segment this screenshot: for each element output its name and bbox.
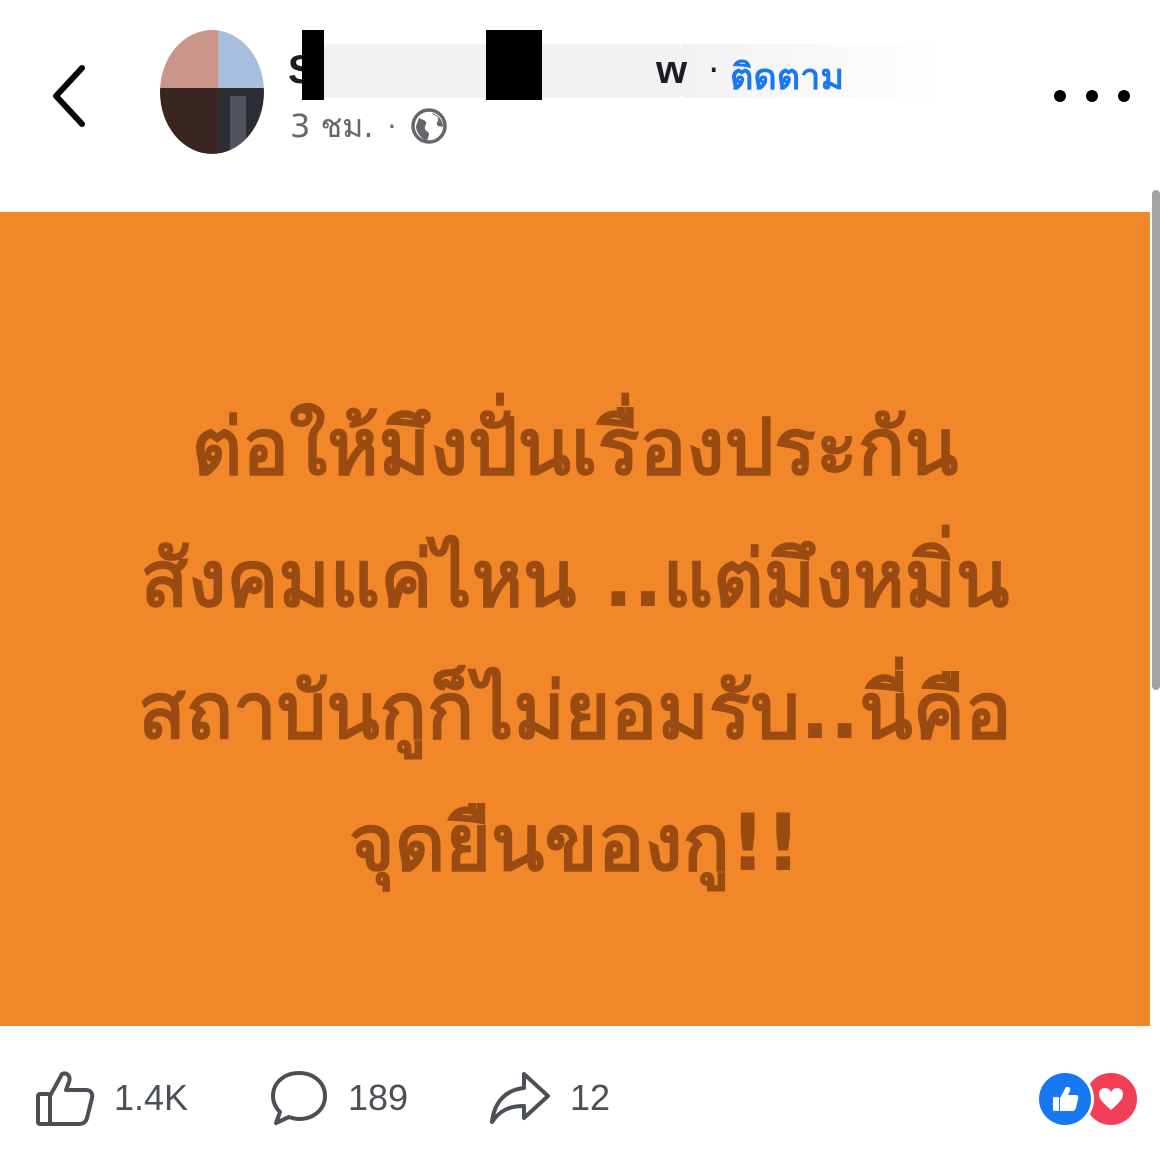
- back-button[interactable]: [40, 58, 100, 134]
- post-text-line: จุดยืนของกู!!: [348, 799, 801, 889]
- more-options-button[interactable]: [1054, 76, 1130, 116]
- name-redaction-bar: [486, 30, 542, 100]
- like-button[interactable]: 1.4K: [34, 1066, 188, 1130]
- globe-icon: [410, 107, 448, 145]
- reactions-summary[interactable]: [1036, 1070, 1140, 1128]
- scrollbar[interactable]: [1152, 190, 1160, 690]
- thumbs-up-icon: [36, 1071, 95, 1126]
- post-text-line: ต่อให้มึงปั่นเรื่องประกัน: [191, 403, 959, 493]
- comment-button[interactable]: 189: [268, 1066, 408, 1130]
- like-reaction-icon: [1036, 1070, 1094, 1128]
- post-meta: 3 ชม. ·: [290, 104, 448, 148]
- meta-separator: ·: [387, 109, 397, 143]
- follow-button[interactable]: ติดตาม: [730, 48, 844, 105]
- post-header: Sa w · ติดตาม 3 ชม. ·: [0, 0, 1170, 212]
- chevron-left-icon: [53, 65, 85, 127]
- comment-count: 189: [348, 1077, 409, 1118]
- comment-icon: [271, 1071, 327, 1125]
- post-detail-screen: Sa w · ติดตาม 3 ชม. ·: [0, 0, 1170, 1167]
- post-content-background: ต่อให้มึงปั่นเรื่องประกัน สังคมแค่ไหน ..…: [0, 212, 1150, 1026]
- post-actions-bar: 1.4K 189 12: [0, 1026, 1170, 1167]
- share-count: 12: [570, 1077, 611, 1118]
- like-count: 1.4K: [114, 1077, 189, 1118]
- more-horizontal-icon: [1054, 90, 1066, 102]
- avatar[interactable]: [160, 30, 264, 154]
- share-button[interactable]: 12: [488, 1066, 610, 1130]
- author-name-row: Sa w · ติดตาม: [288, 30, 988, 105]
- author-name-end: w: [656, 48, 688, 92]
- share-icon: [490, 1072, 550, 1124]
- name-redaction-bar: [302, 30, 324, 100]
- post-time[interactable]: 3 ชม.: [290, 101, 374, 152]
- name-separator: ·: [708, 50, 720, 91]
- post-text-line: สังคมแค่ไหน ..แต่มึงหมิ่น: [140, 535, 1010, 625]
- post-text: ต่อให้มึงปั่นเรื่องประกัน สังคมแค่ไหน ..…: [40, 382, 1110, 910]
- post-text-line: สถาบันกูก็ไม่ยอมรับ..นี่คือ: [138, 667, 1012, 757]
